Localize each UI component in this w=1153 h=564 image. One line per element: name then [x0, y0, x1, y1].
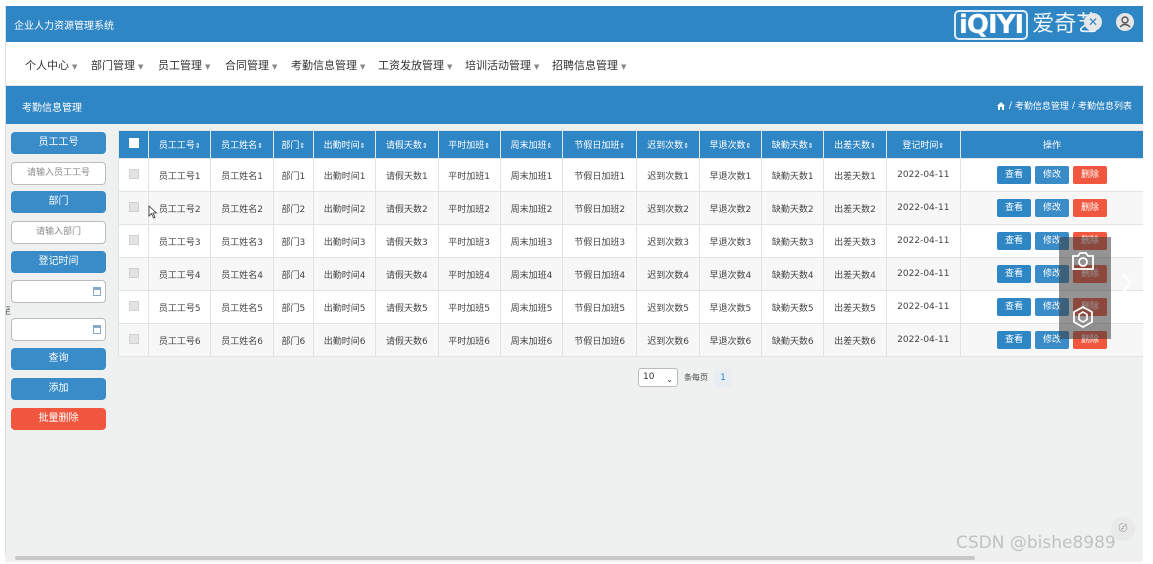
table-row: 员工工号1 员工姓名1 部门1 出勤时间1 请假天数1 平时加班1 周末加班1 节假日加班1 迟… — [117, 158, 1143, 192]
hexagon-icon[interactable] — [1072, 305, 1094, 329]
col-actions: 操作 — [960, 130, 1143, 159]
table-row: 员工工号6 员工姓名6 部门6 出勤时间6 请假天数6 平时加班6 周末加班6 节假日加班6 迟… — [117, 323, 1143, 357]
chevron-down-icon: ⌄ — [666, 375, 673, 384]
emp-no-label: 员工工号 — [11, 132, 106, 154]
date-start-input[interactable] — [11, 280, 106, 303]
delete-button[interactable]: 删除 — [1073, 199, 1107, 217]
edit-button[interactable]: 修改 — [1035, 199, 1069, 217]
breadcrumb-attendance-list: 考勤信息列表 — [1077, 102, 1132, 112]
table-row: 员工工号4 员工姓名4 部门4 出勤时间4 请假天数4 平时加班4 周末加班4 节假日加班4 迟… — [117, 257, 1143, 291]
nav-personal-center[interactable]: 个人中心 ▼ — [25, 57, 77, 73]
row-checkbox[interactable] — [117, 290, 150, 324]
chevron-down-icon: ▼ — [621, 63, 627, 71]
page-size-select[interactable]: 10 ⌄ — [638, 368, 678, 387]
table-row: 员工工号3 员工姓名3 部门3 出勤时间3 请假天数3 平时加班3 周末加班3 节假日加班3 迟… — [117, 224, 1143, 258]
emp-no-input[interactable]: 请输入员工工号 — [11, 162, 106, 185]
view-button[interactable]: 查看 — [997, 331, 1031, 349]
top-bar: 企业人力资源管理系统 iQIYI 爱奇艺 ✕ — [6, 6, 1143, 42]
row-checkbox[interactable] — [117, 191, 150, 225]
chevron-down-icon: ▼ — [272, 63, 278, 71]
pagination: 10 ⌄ 条每页 1 — [638, 368, 732, 387]
view-button[interactable]: 查看 — [997, 232, 1031, 250]
view-button[interactable]: 查看 — [997, 199, 1031, 217]
view-button[interactable]: 查看 — [997, 298, 1031, 316]
app-title: 企业人力资源管理系统 — [14, 21, 114, 32]
select-all-checkbox[interactable] — [117, 130, 150, 159]
col-holiday-ot[interactable]: 节假日加班⇕ — [562, 130, 638, 159]
col-weekday-ot[interactable]: 平时加班⇕ — [437, 130, 501, 159]
table-row: 员工工号2 员工姓名2 部门2 出勤时间2 请假天数2 平时加班2 周末加班2 节假日加班2 迟… — [117, 191, 1143, 225]
nav-department[interactable]: 部门管理 ▼ — [91, 57, 143, 73]
col-dept[interactable]: 部门⇕ — [272, 130, 314, 159]
nav-training[interactable]: 培训活动管理 ▼ — [465, 57, 539, 73]
col-weekend-ot[interactable]: 周末加班⇕ — [499, 130, 564, 159]
horizontal-scrollbar[interactable] — [5, 554, 1143, 562]
main-nav: 个人中心 ▼ 部门管理 ▼ 员工管理 ▼ 合同管理 ▼ 考勤信息管理 ▼ 工资发放管理 ▼ … — [6, 42, 1143, 86]
chevron-down-icon: ▼ — [447, 63, 453, 71]
nav-payroll[interactable]: 工资发放管理 ▼ — [378, 57, 452, 73]
nav-attendance[interactable]: 考勤信息管理 ▼ — [291, 57, 365, 73]
query-button[interactable]: 查询 — [11, 348, 106, 370]
table-header-row: 员工工号⇕ 员工姓名⇕ 部门⇕ 出勤时间⇕ 请假天数⇕ 平时加班⇕ 周末加班⇕ … — [117, 130, 1143, 159]
nav-employee[interactable]: 员工管理 ▼ — [158, 57, 210, 73]
csdn-watermark: CSDN @bishe8989 — [956, 533, 1116, 553]
chevron-down-icon: ▼ — [138, 63, 144, 71]
delete-button[interactable]: 删除 — [1073, 166, 1107, 184]
date-label: 登记时间 — [11, 251, 106, 273]
breadcrumb: / 考勤信息管理 / 考勤信息列表 — [996, 99, 1132, 112]
col-emp-name[interactable]: 员工姓名⇕ — [210, 130, 274, 159]
date-end-input[interactable] — [11, 318, 106, 341]
mouse-cursor-icon — [148, 205, 158, 219]
breadcrumb-attendance[interactable]: 考勤信息管理 — [1015, 99, 1069, 112]
section-header: 考勤信息管理 / 考勤信息管理 / 考勤信息列表 — [6, 86, 1143, 124]
brand-logo: iQIYI — [954, 10, 1029, 40]
date-range-separator: 至 — [6, 304, 11, 317]
table-row: 员工工号5 员工姓名5 部门5 出勤时间5 请假天数5 平时加班5 周末加班5 节假日加班5 迟… — [117, 290, 1143, 324]
page-number-button[interactable]: 1 — [714, 368, 732, 387]
add-button[interactable]: 添加 — [11, 378, 106, 400]
nav-recruitment[interactable]: 招聘信息管理 ▼ — [552, 57, 626, 73]
view-button[interactable]: 查看 — [997, 166, 1031, 184]
row-checkbox[interactable] — [117, 257, 150, 291]
col-trip-days[interactable]: 出差天数⇕ — [823, 130, 887, 159]
app-frame: 企业人力资源管理系统 iQIYI 爱奇艺 ✕ 个人中心 ▼ 部门管理 ▼ 员工管理 ▼… — [5, 6, 1143, 554]
page-size-info: 条每页 — [684, 373, 708, 382]
col-register-time[interactable]: 登记时间⇕ — [885, 130, 962, 159]
translate-icon[interactable]: 〄 — [1111, 517, 1135, 541]
dept-label: 部门 — [11, 191, 106, 213]
chevron-down-icon: ▼ — [72, 63, 78, 71]
view-button[interactable]: 查看 — [997, 265, 1031, 283]
col-absence-days[interactable]: 缺勤天数⇕ — [761, 130, 825, 159]
calendar-icon — [93, 325, 101, 334]
close-icon[interactable]: ✕ — [1084, 13, 1102, 31]
calendar-icon — [93, 287, 101, 296]
nav-contract[interactable]: 合同管理 ▼ — [225, 57, 277, 73]
batch-delete-button[interactable]: 批量删除 — [11, 408, 106, 430]
row-checkbox[interactable] — [117, 158, 150, 192]
attendance-table: 员工工号⇕ 员工姓名⇕ 部门⇕ 出勤时间⇕ 请假天数⇕ 平时加班⇕ 周末加班⇕ … — [117, 130, 1143, 357]
chevron-right-icon[interactable] — [1120, 271, 1134, 295]
col-leave-days[interactable]: 请假天数⇕ — [375, 130, 439, 159]
scrollbar-thumb[interactable] — [15, 556, 975, 560]
chevron-down-icon: ▼ — [205, 63, 211, 71]
page-title: 考勤信息管理 — [22, 103, 82, 114]
row-checkbox[interactable] — [117, 323, 150, 357]
dept-input[interactable]: 请输入部门 — [11, 221, 106, 244]
home-icon[interactable] — [996, 101, 1006, 111]
col-attendance-time[interactable]: 出勤时间⇕ — [312, 130, 377, 159]
col-emp-no[interactable]: 员工工号⇕ — [148, 130, 212, 159]
chevron-down-icon: ▼ — [360, 63, 366, 71]
video-brand-watermark: iQIYI 爱奇艺 — [954, 9, 1098, 41]
chevron-down-icon: ▼ — [534, 63, 540, 71]
col-late-count[interactable]: 迟到次数⇕ — [636, 130, 700, 159]
camera-icon[interactable] — [1070, 250, 1096, 272]
user-icon[interactable] — [1116, 13, 1134, 31]
edit-button[interactable]: 修改 — [1035, 166, 1069, 184]
col-early-leave[interactable]: 早退次数⇕ — [698, 130, 763, 159]
row-checkbox[interactable] — [117, 224, 150, 258]
